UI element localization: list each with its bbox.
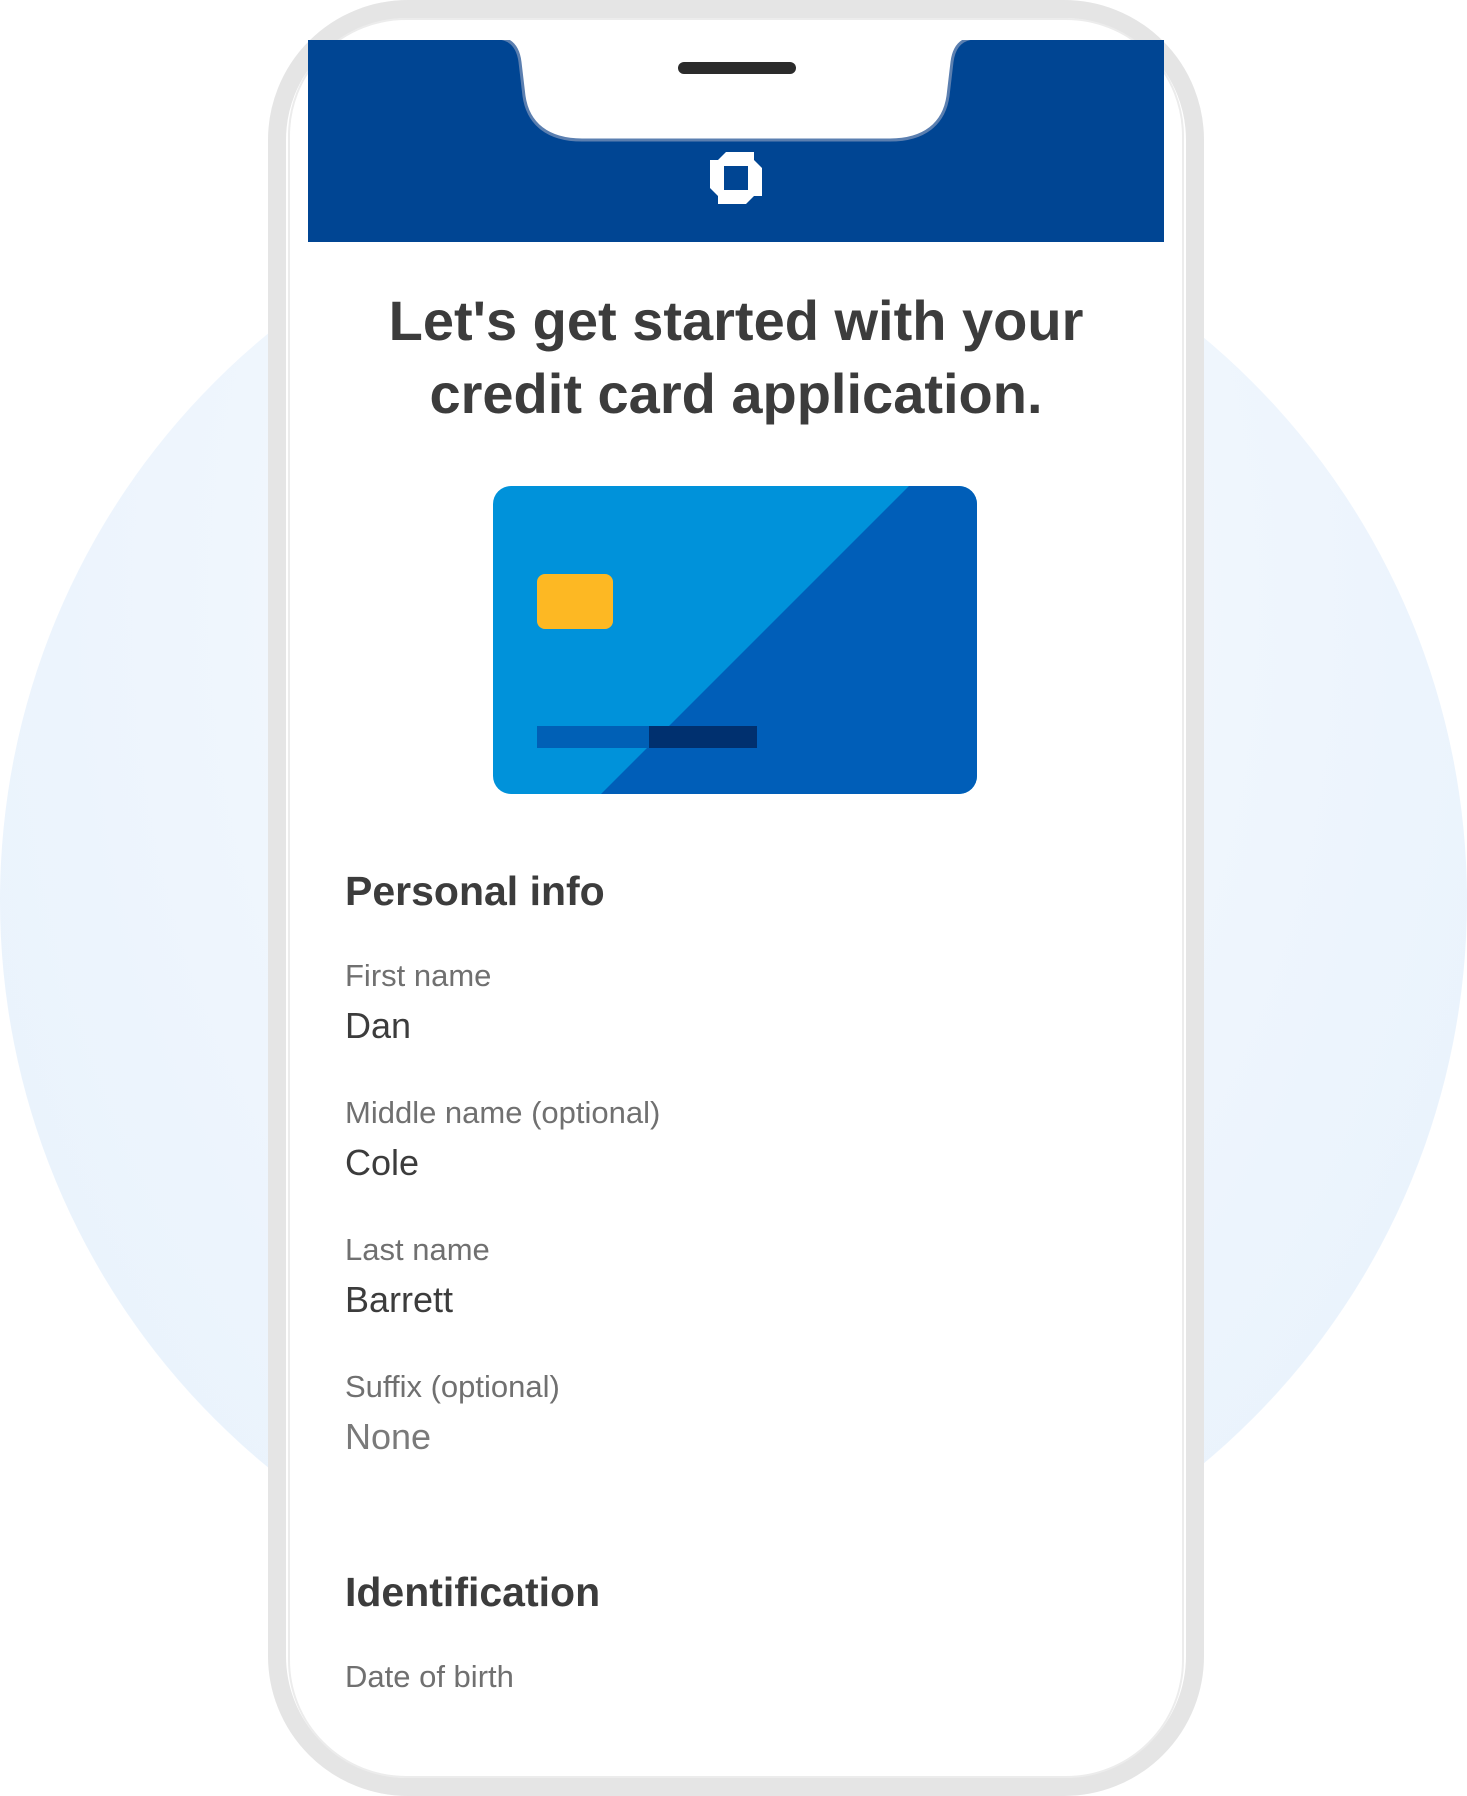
section-heading-identification: Identification	[345, 1569, 601, 1615]
field-label: Date of birth	[345, 1659, 514, 1694]
page-title: Let's get started with your credit card …	[388, 289, 1084, 425]
section-heading-personal-info: Personal info	[345, 868, 605, 914]
first-name-value[interactable]: Dan	[345, 1004, 411, 1048]
marketing-stage: Let's get started with your credit card …	[0, 0, 1467, 1796]
credit-card-illustration	[493, 486, 977, 794]
suffix-select-value[interactable]: None	[345, 1415, 431, 1459]
card-chip	[537, 574, 613, 629]
field-label: Suffix (optional)	[345, 1369, 560, 1404]
field-label: First name	[345, 958, 492, 993]
chase-octagon-logo-icon	[710, 152, 762, 204]
middle-name-value[interactable]: Cole	[345, 1141, 419, 1185]
phone-speaker	[678, 62, 796, 74]
app-header	[308, 40, 1164, 242]
phone-notch	[501, 40, 971, 142]
card-stripe-shadow	[649, 726, 757, 748]
phone-screen: Let's get started with your credit card …	[308, 40, 1164, 1754]
field-label: Last name	[345, 1232, 490, 1267]
field-label: Middle name (optional)	[345, 1095, 661, 1130]
last-name-value[interactable]: Barrett	[345, 1278, 453, 1322]
